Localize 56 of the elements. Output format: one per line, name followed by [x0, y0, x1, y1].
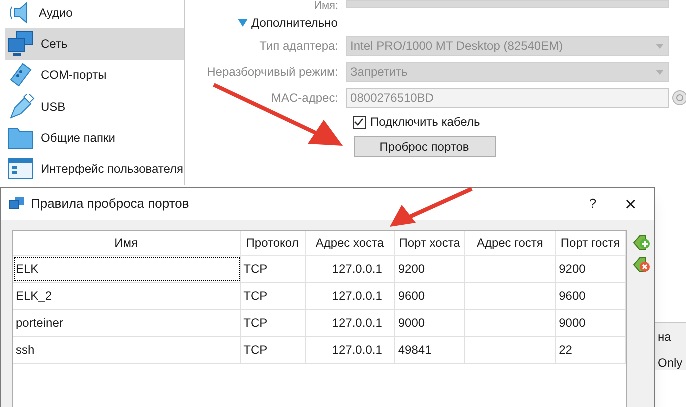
table-cell: 127.0.0.1: [306, 310, 396, 336]
caret-icon: [656, 70, 664, 74]
table-cell: 9600: [395, 283, 466, 309]
field-label: Неразборчивый режим:: [206, 64, 340, 81]
field-label: MAC-адрес:: [270, 90, 340, 107]
column-header[interactable]: Имя: [13, 231, 241, 255]
window-icon: [7, 156, 35, 182]
table-cell: 9200: [556, 256, 626, 282]
table-cell: TCP: [240, 337, 306, 363]
table-cell: 9000: [395, 310, 466, 336]
help-button[interactable]: ?: [578, 190, 608, 218]
checkbox[interactable]: [352, 116, 366, 128]
table-cell: 127.0.0.1: [306, 283, 396, 309]
sidebar-item[interactable]: Сеть: [5, 28, 184, 60]
table-cell: 22: [556, 337, 626, 363]
column-header[interactable]: Порт хоста: [395, 231, 466, 255]
refresh-icon[interactable]: [672, 90, 686, 106]
sidebar-item[interactable]: Аудио: [5, 0, 184, 28]
table-cell: 9200: [395, 256, 466, 282]
table-cell: ssh: [13, 337, 241, 363]
column-header[interactable]: Порт гостя: [556, 231, 626, 255]
add-rule-icon[interactable]: [633, 234, 651, 252]
table-cell: 127.0.0.1: [306, 256, 396, 282]
background-text: Only: [658, 355, 684, 372]
sidebar-item[interactable]: Общие папки: [5, 122, 184, 154]
network-icon: [9, 196, 25, 212]
network-icon: [7, 30, 35, 57]
column-header[interactable]: Адрес гостя: [465, 231, 556, 255]
table-cell: 49841: [395, 337, 466, 363]
field-label: Имя:: [313, 0, 340, 12]
sidebar-item[interactable]: COM-порты: [5, 60, 184, 91]
section-label: Дополнительно: [252, 15, 338, 32]
table-cell: TCP: [240, 283, 306, 309]
background-text: на: [658, 329, 672, 346]
table-cell: porteiner: [13, 310, 241, 336]
column-header[interactable]: Адрес хоста: [306, 231, 396, 255]
checkbox-label: Подключить кабель: [370, 114, 480, 131]
usb-icon: [7, 94, 35, 120]
close-button[interactable]: ×: [608, 190, 654, 218]
dialog-title: Правила проброса портов: [31, 195, 190, 214]
sidebar-item[interactable]: USB: [5, 90, 184, 122]
table-cell: 127.0.0.1: [306, 337, 396, 363]
dropdown-field[interactable]: [346, 0, 669, 8]
table-cell: 9600: [556, 283, 626, 309]
table-cell: TCP: [240, 256, 306, 282]
table-cell: TCP: [240, 310, 306, 336]
triangle-icon[interactable]: [238, 19, 248, 27]
table-cell: ELK_2: [13, 283, 241, 309]
field-label: Тип адаптера:: [258, 38, 340, 55]
column-header[interactable]: Протокол: [240, 231, 306, 255]
port-forwarding-button[interactable]: Проброс портов: [354, 136, 496, 157]
table-cell: 9000: [556, 310, 626, 336]
remove-rule-icon[interactable]: [633, 256, 651, 274]
table-cell: ELK: [13, 256, 241, 282]
sidebar-item[interactable]: Интерфейс пользователя: [5, 154, 184, 185]
caret-icon: [656, 44, 664, 48]
